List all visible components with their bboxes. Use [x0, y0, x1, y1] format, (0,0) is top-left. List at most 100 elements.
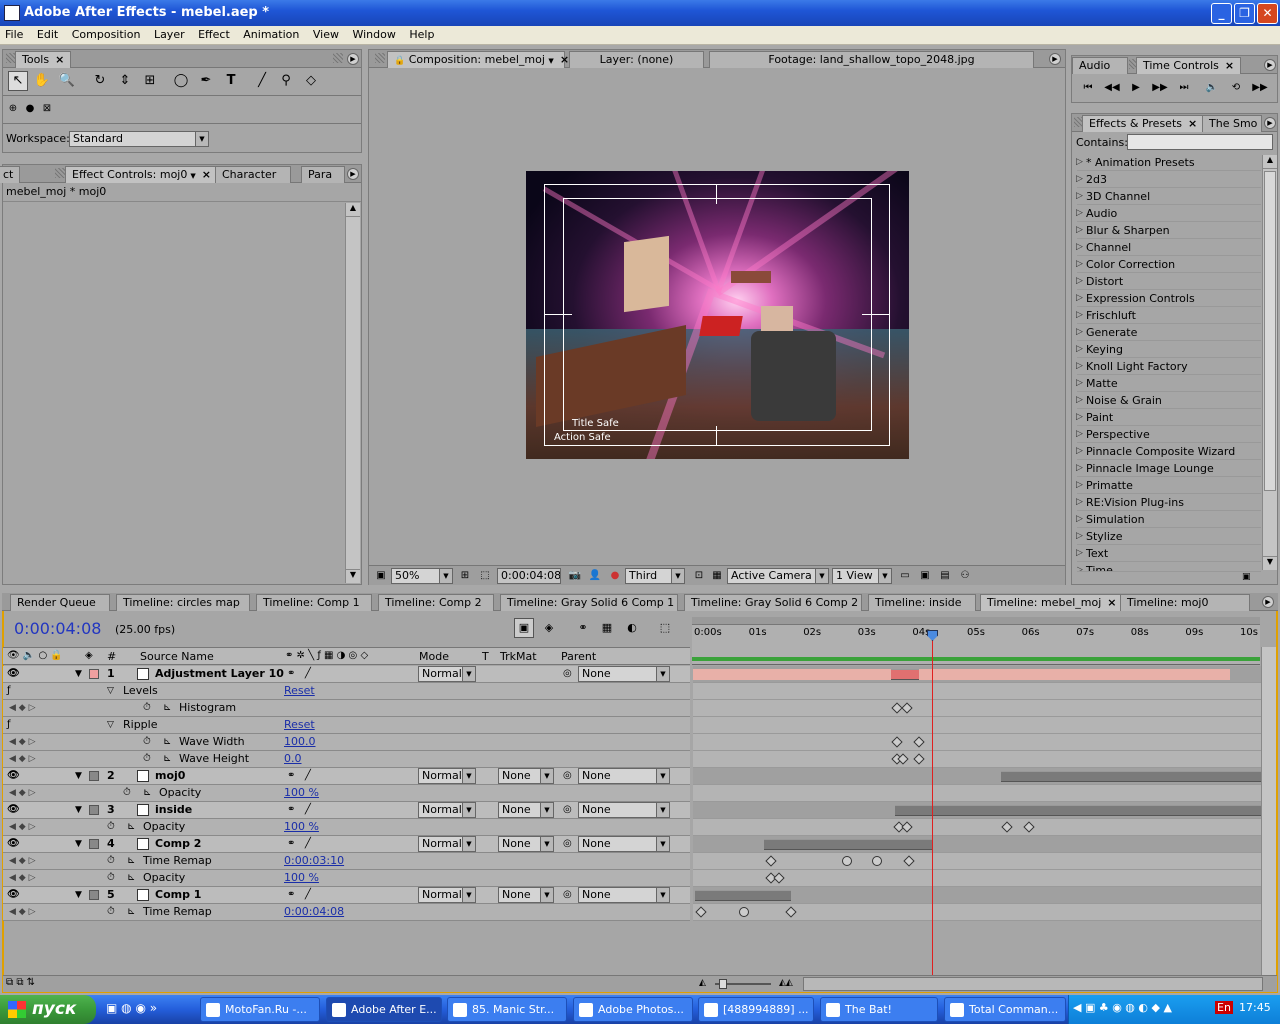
parent-dropdown[interactable]: None ▼: [578, 887, 670, 903]
tab-effect-controls[interactable]: Effect Controls: moj0 ▼ ×: [65, 166, 218, 183]
pan-behind-icon[interactable]: ⊞: [140, 71, 160, 91]
ram-preview-icon[interactable]: ▶▶: [1250, 78, 1270, 98]
keyframe-navigator-icon[interactable]: ◀ ◆ ▷: [9, 819, 36, 835]
fast-previews-icon[interactable]: ▣: [915, 566, 935, 586]
new-preset-icon[interactable]: ▣: [1242, 572, 1251, 582]
keyframe-marker[interactable]: [1001, 821, 1013, 833]
blend-mode-dropdown[interactable]: Normal ▼: [418, 768, 476, 784]
timeline-v-scrollbar[interactable]: [1261, 647, 1276, 975]
tab-effects-presets[interactable]: Effects & Presets ×: [1082, 115, 1205, 132]
property-value[interactable]: 0:00:04:08: [284, 904, 344, 920]
effects-category-item[interactable]: Frischluft: [1076, 307, 1261, 324]
parent-dropdown[interactable]: None ▼: [578, 768, 670, 784]
stopwatch-icon[interactable]: ⏱: [107, 904, 115, 920]
next-frame-icon[interactable]: ▶▶: [1150, 78, 1170, 98]
taskbar-window-button[interactable]: Adobe Photos...: [573, 997, 693, 1022]
panel-menu-icon[interactable]: ▶: [347, 168, 359, 180]
timeline-property-row[interactable]: ƒ ▽ Ripple Reset: [3, 717, 690, 734]
current-time-indicator[interactable]: [932, 630, 933, 975]
label-color-swatch[interactable]: [89, 771, 99, 781]
layer-name[interactable]: Adjustment Layer 10: [155, 666, 284, 682]
layer-duration-bar[interactable]: [895, 805, 1261, 816]
keyframe-navigator-icon[interactable]: ◀ ◆ ▷: [9, 751, 36, 767]
menu-help[interactable]: Help: [404, 26, 439, 44]
keyframe-marker[interactable]: [1023, 821, 1035, 833]
effect-reset-link[interactable]: Reset: [284, 717, 315, 733]
twirl-down-icon[interactable]: ▼: [75, 887, 82, 903]
composition-viewer[interactable]: Title Safe Action Safe: [526, 171, 909, 459]
timeline-icon[interactable]: ▤: [935, 566, 955, 586]
eye-icon[interactable]: 👁: [7, 836, 20, 852]
motion-blur-icon[interactable]: ◐: [622, 618, 642, 638]
panel-menu-icon[interactable]: ▶: [1264, 59, 1276, 71]
keyframe-marker[interactable]: [773, 872, 785, 884]
pick-whip-icon[interactable]: ◎: [563, 802, 572, 818]
current-time-display[interactable]: 0:00:04:08: [497, 568, 561, 584]
timeline-track-row[interactable]: [693, 768, 1261, 785]
timeline-track-row[interactable]: [693, 836, 1261, 853]
blend-mode-dropdown[interactable]: Normal ▼: [418, 802, 476, 818]
effects-category-item[interactable]: Audio: [1076, 205, 1261, 222]
audio-icon[interactable]: 🔈: [1202, 78, 1222, 98]
panel-menu-icon[interactable]: ▶: [1049, 53, 1061, 65]
effects-category-item[interactable]: RE:Vision Plug-ins: [1076, 494, 1261, 511]
tray-icons[interactable]: ◀ ▣ ♣ ◉ ◍ ◐ ◆ ▲: [1073, 1001, 1172, 1014]
timeline-property-row[interactable]: ◀ ◆ ▷ ⏱ ⊾ Wave Width 100.0: [3, 734, 690, 751]
effects-category-item[interactable]: Expression Controls: [1076, 290, 1261, 307]
taskbar-window-button[interactable]: The Bat!: [820, 997, 938, 1022]
layer-duration-bar[interactable]: [1001, 771, 1261, 782]
brush-tool-icon[interactable]: ╱: [252, 71, 272, 91]
stopwatch-icon[interactable]: ⏱: [107, 853, 115, 869]
eye-icon[interactable]: 👁: [7, 768, 20, 784]
timeline-track-row[interactable]: [693, 785, 1261, 802]
tab-timeline-mebel-moj[interactable]: Timeline: mebel_moj ×: [980, 594, 1124, 611]
show-snapshot-icon[interactable]: 👤: [585, 566, 605, 586]
blend-mode-dropdown[interactable]: Normal ▼: [418, 666, 476, 682]
property-value[interactable]: 0.0: [284, 751, 302, 767]
timeline-track-row[interactable]: [693, 751, 1261, 768]
layer-name[interactable]: Comp 1: [155, 887, 201, 903]
timeline-property-row[interactable]: ƒ ▽ Levels Reset: [3, 683, 690, 700]
trkmat-dropdown[interactable]: None ▼: [498, 768, 554, 784]
effects-category-item[interactable]: Paint: [1076, 409, 1261, 426]
effects-category-item[interactable]: 3D Channel: [1076, 188, 1261, 205]
twirl-down-icon[interactable]: ▽: [107, 683, 114, 699]
timeline-layer-row[interactable]: 👁 ▼ 4 Comp 2 ⚭ ╱ Normal ▼ None ▼ ◎ None ▼: [3, 836, 690, 853]
taskbar-window-button[interactable]: Adobe After E...: [326, 997, 442, 1022]
layer-switches[interactable]: ⚭ ╱: [287, 768, 311, 784]
effect-reset-link[interactable]: Reset: [284, 683, 315, 699]
timeline-current-time[interactable]: 0:00:04:08: [14, 619, 101, 638]
clone-stamp-icon[interactable]: ⚲: [276, 71, 296, 91]
eye-icon[interactable]: 👁: [7, 666, 20, 682]
parent-dropdown[interactable]: None ▼: [578, 836, 670, 852]
keyframe-marker[interactable]: [739, 907, 749, 917]
taskbar-window-button[interactable]: [488994889] ...: [698, 997, 814, 1022]
zoom-dropdown[interactable]: 50% ▼: [391, 568, 453, 584]
view-layout-dropdown[interactable]: 1 View ▼: [832, 568, 892, 584]
timeline-property-row[interactable]: ◀ ◆ ▷ ⏱ ⊾ Histogram: [3, 700, 690, 717]
effects-category-item[interactable]: Blur & Sharpen: [1076, 222, 1261, 239]
timeline-track-row[interactable]: [693, 717, 1261, 734]
pick-whip-icon[interactable]: ◎: [563, 836, 572, 852]
label-color-swatch[interactable]: [89, 839, 99, 849]
menu-animation[interactable]: Animation: [238, 26, 304, 44]
start-button[interactable]: пуск: [0, 995, 96, 1024]
layer-name[interactable]: inside: [155, 802, 192, 818]
effects-category-item[interactable]: Noise & Grain: [1076, 392, 1261, 409]
region-of-interest-icon[interactable]: ⊡: [689, 566, 709, 586]
pick-whip-icon[interactable]: ◎: [563, 887, 572, 903]
eye-icon[interactable]: 👁: [7, 802, 20, 818]
panel-menu-icon[interactable]: ▶: [1264, 117, 1276, 129]
timeline-track-row[interactable]: [693, 887, 1261, 904]
layer-duration-bar[interactable]: [891, 669, 919, 680]
timeline-property-row[interactable]: ◀ ◆ ▷ ⏱ ⊾ Time Remap 0:00:03:10: [3, 853, 690, 870]
type-tool-icon[interactable]: T: [221, 71, 241, 91]
keyframe-marker[interactable]: [785, 906, 797, 918]
menu-window[interactable]: Window: [347, 26, 400, 44]
effects-category-item[interactable]: Stylize: [1076, 528, 1261, 545]
zoom-tool-icon[interactable]: 🔍: [57, 71, 77, 91]
layer-duration-bar[interactable]: [693, 669, 1230, 680]
transparency-grid-icon[interactable]: ▦: [707, 566, 727, 586]
effects-category-item[interactable]: Primatte: [1076, 477, 1261, 494]
layer-duration-bar[interactable]: [764, 839, 933, 850]
